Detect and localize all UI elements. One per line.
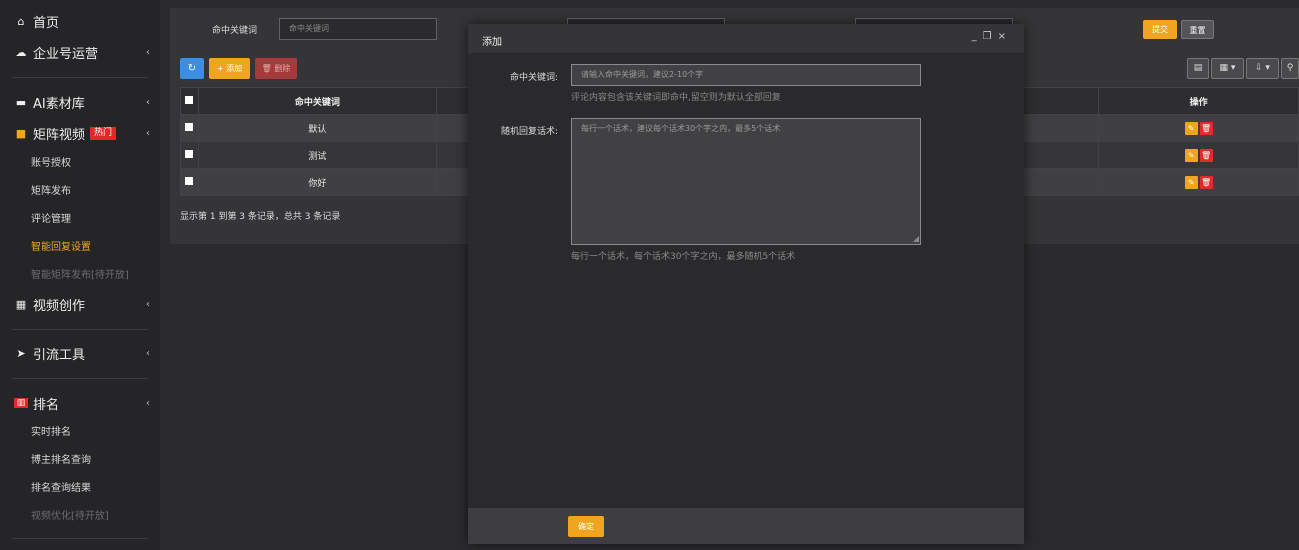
col-keyword: 命中关键词	[197, 87, 437, 115]
trash-icon[interactable]: 🗑	[1199, 121, 1213, 135]
nav-video-create-label: 视频创作	[33, 298, 86, 314]
sidebar-item-account-auth[interactable]: 账号授权	[0, 150, 160, 178]
chevron-down-icon: ‹	[146, 397, 150, 409]
row-checkbox[interactable]	[185, 122, 194, 131]
film-icon: ▦	[15, 297, 27, 311]
nav-traffic-tools-label: 引流工具	[33, 347, 86, 363]
chevron-left-icon: ‹	[146, 46, 150, 58]
minimize-icon[interactable]: _	[972, 31, 983, 42]
edit-icon[interactable]: ✎	[1184, 121, 1198, 135]
chevron-down-icon: ‹	[146, 127, 150, 139]
row-select-cell	[180, 141, 199, 169]
dialog-header: 添加 _❐×	[468, 24, 1024, 53]
nav-ranking-label: 排名	[33, 397, 60, 413]
nav-home-label: 首页	[33, 15, 60, 31]
keyword-cell: 默认	[197, 114, 437, 142]
keyword-cell: 测试	[197, 141, 437, 169]
bar-chart-icon: ▥	[14, 398, 28, 408]
edit-icon[interactable]: ✎	[1184, 148, 1198, 162]
row-select-cell	[180, 114, 199, 142]
nav-ai-library[interactable]: ▬ AI素材库 ‹	[0, 89, 160, 115]
home-icon: ⌂	[17, 14, 25, 28]
divider	[12, 329, 148, 330]
trash-icon[interactable]: 🗑	[1199, 175, 1213, 189]
nav-enterprise-label: 企业号运营	[33, 46, 99, 62]
columns-button[interactable]: ▦ ▾	[1211, 58, 1244, 79]
window-controls: _❐×	[972, 31, 1012, 42]
row-select-cell	[180, 168, 199, 196]
edit-icon[interactable]: ✎	[1184, 175, 1198, 189]
nav-traffic-tools[interactable]: ➤ 引流工具 ‹	[0, 340, 160, 366]
add-dialog: 添加 _❐× 命中关键词: 请输入命中关键词，建议2-10个字 评论内容包含该关…	[468, 24, 1024, 544]
toggle-view-button[interactable]: ▤	[1187, 58, 1209, 79]
refresh-button[interactable]: ↻	[180, 58, 204, 79]
send-icon: ➤	[16, 346, 26, 360]
close-icon[interactable]: ×	[998, 31, 1012, 42]
reply-textarea[interactable]: 每行一个话术，建议每个话术30个字之内，最多5个话术 ◢	[571, 118, 921, 245]
restore-icon[interactable]: ❐	[983, 31, 998, 42]
reply-placeholder: 每行一个话术，建议每个话术30个字之内，最多5个话术	[581, 124, 781, 133]
select-all-checkbox[interactable]	[185, 95, 194, 104]
search-toggle-button[interactable]: ⚲	[1281, 58, 1299, 79]
search-keyword-label: 命中关键词	[212, 26, 258, 36]
hot-badge: 热门	[90, 126, 117, 140]
keyword-hint: 评论内容包含该关键词即命中,留空则为默认全部回复	[571, 93, 781, 103]
add-button[interactable]: + 添加	[209, 58, 250, 79]
nav-video-create[interactable]: ▦ 视频创作 ‹	[0, 291, 160, 317]
row-checkbox[interactable]	[185, 149, 194, 158]
refresh-icon: ↻	[187, 63, 197, 74]
action-cell: ✎ 🗑	[1098, 141, 1299, 169]
nav-home[interactable]: ⌂ 首页	[0, 8, 160, 34]
sidebar-item-matrix-publish[interactable]: 矩阵发布	[0, 178, 160, 206]
search-keyword-input[interactable]: 命中关键词	[279, 18, 437, 40]
divider	[12, 77, 148, 78]
reply-label: 随机回复话术:	[500, 127, 558, 137]
sidebar-item-video-optimize[interactable]: 视频优化[待开放]	[0, 503, 160, 531]
action-cell: ✎ 🗑	[1098, 168, 1299, 196]
dialog-footer: 确定	[468, 508, 1024, 544]
nav-matrix-video-label: 矩阵视频	[33, 127, 86, 143]
select-all-cell	[180, 87, 199, 115]
nav-ai-library-label: AI素材库	[33, 96, 85, 112]
keyword-input[interactable]: 请输入命中关键词，建议2-10个字	[571, 64, 921, 86]
grid-icon: ▦ ▾	[1219, 63, 1236, 73]
sidebar-item-realtime-rank[interactable]: 实时排名	[0, 419, 160, 447]
keyword-cell: 你好	[197, 168, 437, 196]
resize-handle-icon[interactable]: ◢	[913, 234, 919, 243]
col-action: 操作	[1098, 87, 1299, 115]
export-button[interactable]: ⇩ ▾	[1246, 58, 1279, 79]
dialog-title: 添加	[482, 37, 502, 48]
sidebar-item-smart-matrix[interactable]: 智能矩阵发布[待开放]	[0, 262, 160, 290]
reply-hint: 每行一个话术，每个话术30个字之内，最多随机5个话术	[571, 252, 796, 262]
confirm-button[interactable]: 确定	[568, 516, 604, 537]
keyword-label: 命中关键词:	[509, 73, 558, 83]
video-icon: ■	[15, 126, 27, 140]
list-icon: ▤	[1193, 63, 1203, 73]
folder-icon: ▬	[15, 95, 27, 109]
sidebar-item-rank-result[interactable]: 排名查询结果	[0, 475, 160, 503]
sidebar-item-blogger-rank[interactable]: 博主排名查询	[0, 447, 160, 475]
divider	[12, 538, 148, 539]
delete-button[interactable]: 🗑 删除	[255, 58, 297, 79]
chevron-left-icon: ‹	[146, 347, 150, 359]
search-icon: ⚲	[1286, 63, 1294, 73]
sidebar-item-smart-reply[interactable]: 智能回复设置	[0, 234, 160, 262]
chevron-left-icon: ‹	[146, 96, 150, 108]
export-icon: ⇩ ▾	[1255, 63, 1270, 73]
trash-icon[interactable]: 🗑	[1199, 148, 1213, 162]
nav-ranking[interactable]: ▥ 排名 ‹	[0, 390, 160, 416]
chevron-left-icon: ‹	[146, 298, 150, 310]
action-cell: ✎ 🗑	[1098, 114, 1299, 142]
sidebar-item-comment-manage[interactable]: 评论管理	[0, 206, 160, 234]
submit-button[interactable]: 提交	[1143, 20, 1177, 39]
cloud-icon: ☁	[15, 45, 27, 59]
divider	[12, 378, 148, 379]
row-checkbox[interactable]	[185, 176, 194, 185]
reset-button[interactable]: 重置	[1181, 20, 1214, 39]
nav-enterprise[interactable]: ☁ 企业号运营 ‹	[0, 39, 160, 65]
nav-matrix-video[interactable]: ■ 矩阵视频 热门 ‹	[0, 120, 160, 146]
pagination-summary: 显示第 1 到第 3 条记录，总共 3 条记录	[180, 212, 341, 222]
sidebar: ⌂ 首页 ☁ 企业号运营 ‹ ▬ AI素材库 ‹ ■ 矩阵视频 热门 ‹ 账号授…	[0, 0, 160, 550]
